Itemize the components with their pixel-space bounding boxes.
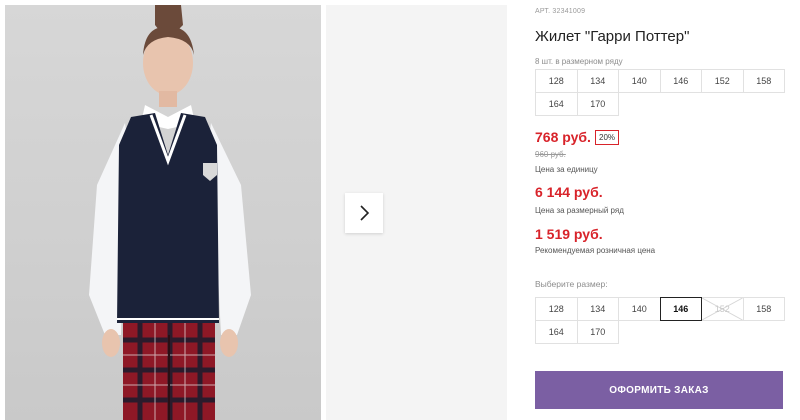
size-option[interactable]: 170 [576,320,619,344]
product-info-panel: АРТ. 32341009 Жилет "Гарри Поттер" 8 шт.… [535,0,790,420]
product-gallery [0,0,520,420]
discount-badge: 20% [595,130,620,145]
size-option[interactable]: 134 [576,297,619,321]
size-range-cell: 140 [618,69,661,93]
unit-price: 768 руб. [535,129,591,145]
range-price-label: Цена за размерный ряд [535,206,624,215]
chevron-right-icon [360,205,370,221]
size-range-cell: 170 [576,92,619,116]
size-range-cell: 152 [701,69,744,93]
size-select-label: Выберите размер: [535,279,608,289]
product-title: Жилет "Гарри Поттер" [535,28,690,45]
place-order-button[interactable]: ОФОРМИТЬ ЗАКАЗ [535,371,783,409]
size-option[interactable]: 158 [742,297,785,321]
size-range-cell: 164 [535,92,578,116]
size-range-grid: 128 134 140 146 152 158 164 170 [535,69,785,116]
retail-price: 1 519 руб. [535,226,603,242]
product-sku: АРТ. 32341009 [535,8,586,15]
size-option[interactable]: 140 [618,297,661,321]
range-price: 6 144 руб. [535,184,603,200]
size-range-cell: 146 [659,69,702,93]
size-range-cell: 128 [535,69,578,93]
size-option-unavailable: 152 [701,297,744,321]
size-range-hint: 8 шт. в размерном ряду [535,57,623,66]
size-option[interactable]: 164 [535,320,578,344]
size-option[interactable]: 128 [535,297,578,321]
unit-price-label: Цена за единицу [535,165,598,174]
size-range-cell: 134 [576,69,619,93]
product-photo[interactable] [5,5,321,420]
old-price: 960 руб. [535,150,566,159]
gallery-next-button[interactable] [345,193,383,233]
size-option-selected[interactable]: 146 [659,297,702,321]
size-option-label: 152 [714,304,730,314]
retail-price-label: Рекомендуемая розничная цена [535,246,656,255]
product-photo-illustration [89,5,251,420]
size-range-cell: 158 [742,69,785,93]
size-select-grid: 128 134 140 146 152 158 164 170 [535,297,785,344]
